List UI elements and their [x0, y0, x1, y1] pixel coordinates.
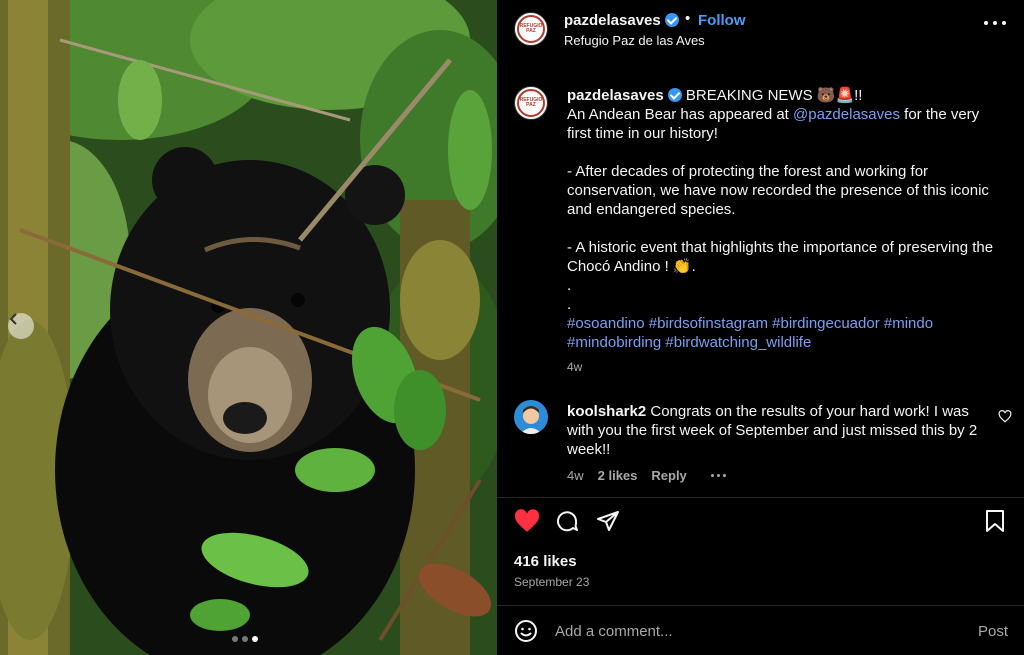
caption-hashtags[interactable]: #osoandino #birdsofinstagram #birdingecu… — [567, 315, 933, 351]
add-comment-bar: Post — [497, 606, 1024, 655]
memoji-avatar-icon — [514, 400, 548, 434]
caption-line-a: An Andean Bear has appeared at — [567, 106, 794, 123]
caption-mention-link[interactable]: @pazdelasaves — [793, 106, 900, 123]
location-link[interactable]: Refugio Paz de las Aves — [564, 33, 705, 48]
comment-reply-button[interactable]: Reply — [651, 468, 686, 483]
comment-meta: 4w 2 likes Reply — [567, 468, 726, 483]
comment-text: koolshark2 Congrats on the results of yo… — [567, 402, 987, 459]
caption-author-avatar[interactable]: REFUGIO PAZ — [514, 86, 548, 120]
carousel-dot — [232, 636, 238, 642]
likes-count[interactable]: 416 likes — [514, 553, 577, 570]
ellipsis-icon — [716, 474, 720, 477]
carousel-dot-active — [252, 636, 258, 642]
caption-timestamp[interactable]: 4w — [567, 360, 582, 374]
post-comment-button[interactable]: Post — [978, 623, 1008, 640]
caption-dot: . — [567, 277, 572, 294]
ellipsis-icon — [722, 474, 726, 477]
caption-dot: . — [567, 296, 572, 313]
refugio-logo: REFUGIO PAZ — [517, 15, 545, 43]
carousel-indicator — [232, 636, 258, 642]
caption-headline: BREAKING NEWS 🐻🚨!! — [685, 87, 863, 104]
ellipsis-icon — [1002, 21, 1006, 25]
post-side-panel: REFUGIO PAZ pazdelasaves • Follow Refugi… — [497, 0, 1024, 655]
comment-bubble-icon — [557, 511, 578, 532]
caption-paragraph-3: - A historic event that highlights the i… — [567, 239, 994, 275]
verified-badge-icon — [667, 88, 682, 102]
more-options-button[interactable] — [984, 18, 1006, 28]
caption-text: pazdelasaves BREAKING NEWS 🐻🚨!! An Andea… — [567, 86, 997, 352]
emoji-button[interactable] — [514, 619, 538, 648]
share-button[interactable] — [596, 509, 620, 538]
bear-photo-illustration — [0, 0, 497, 655]
comment-more-button[interactable] — [710, 474, 726, 477]
comment-time[interactable]: 4w — [567, 468, 584, 483]
author-username[interactable]: pazdelasaves — [564, 12, 679, 29]
comment-input[interactable] — [555, 620, 955, 642]
caption-username[interactable]: pazdelasaves — [567, 87, 664, 104]
save-button[interactable] — [984, 509, 1006, 538]
commenter-avatar[interactable] — [514, 400, 548, 434]
comment-like-button[interactable] — [998, 410, 1012, 428]
post-date[interactable]: September 23 — [514, 575, 589, 589]
post-actions-bar — [497, 505, 1024, 541]
logo-text: REFUGIO PAZ — [519, 97, 543, 108]
ellipsis-icon — [710, 474, 714, 477]
caption-paragraph-2: - After decades of protecting the forest… — [567, 163, 989, 218]
logo-text: REFUGIO PAZ — [519, 23, 543, 34]
carousel-prev-button[interactable] — [8, 313, 34, 339]
ellipsis-icon — [993, 21, 997, 25]
post-header: REFUGIO PAZ pazdelasaves • Follow Refugi… — [497, 0, 1024, 58]
chevron-left-icon — [9, 313, 17, 325]
like-button[interactable] — [514, 509, 540, 538]
comment-likes[interactable]: 2 likes — [598, 468, 638, 483]
post-photo[interactable] — [0, 0, 497, 655]
comment-button[interactable] — [555, 509, 579, 538]
author-avatar[interactable]: REFUGIO PAZ — [514, 12, 548, 46]
instagram-post-view: REFUGIO PAZ pazdelasaves • Follow Refugi… — [0, 0, 1024, 655]
heart-filled-icon — [514, 509, 540, 532]
smiley-icon — [515, 620, 537, 642]
heart-outline-icon — [998, 410, 1012, 423]
carousel-dot — [242, 636, 248, 642]
author-username-text: pazdelasaves — [564, 12, 661, 29]
ellipsis-icon — [984, 21, 988, 25]
refugio-logo: REFUGIO PAZ — [517, 89, 545, 117]
verified-badge-icon — [664, 13, 679, 27]
follow-separator: • — [685, 10, 691, 27]
commenter-username[interactable]: koolshark2 — [567, 403, 646, 420]
follow-button[interactable]: Follow — [698, 12, 746, 29]
paper-plane-icon — [597, 511, 619, 531]
actions-divider — [497, 497, 1024, 498]
bookmark-icon — [986, 510, 1004, 532]
